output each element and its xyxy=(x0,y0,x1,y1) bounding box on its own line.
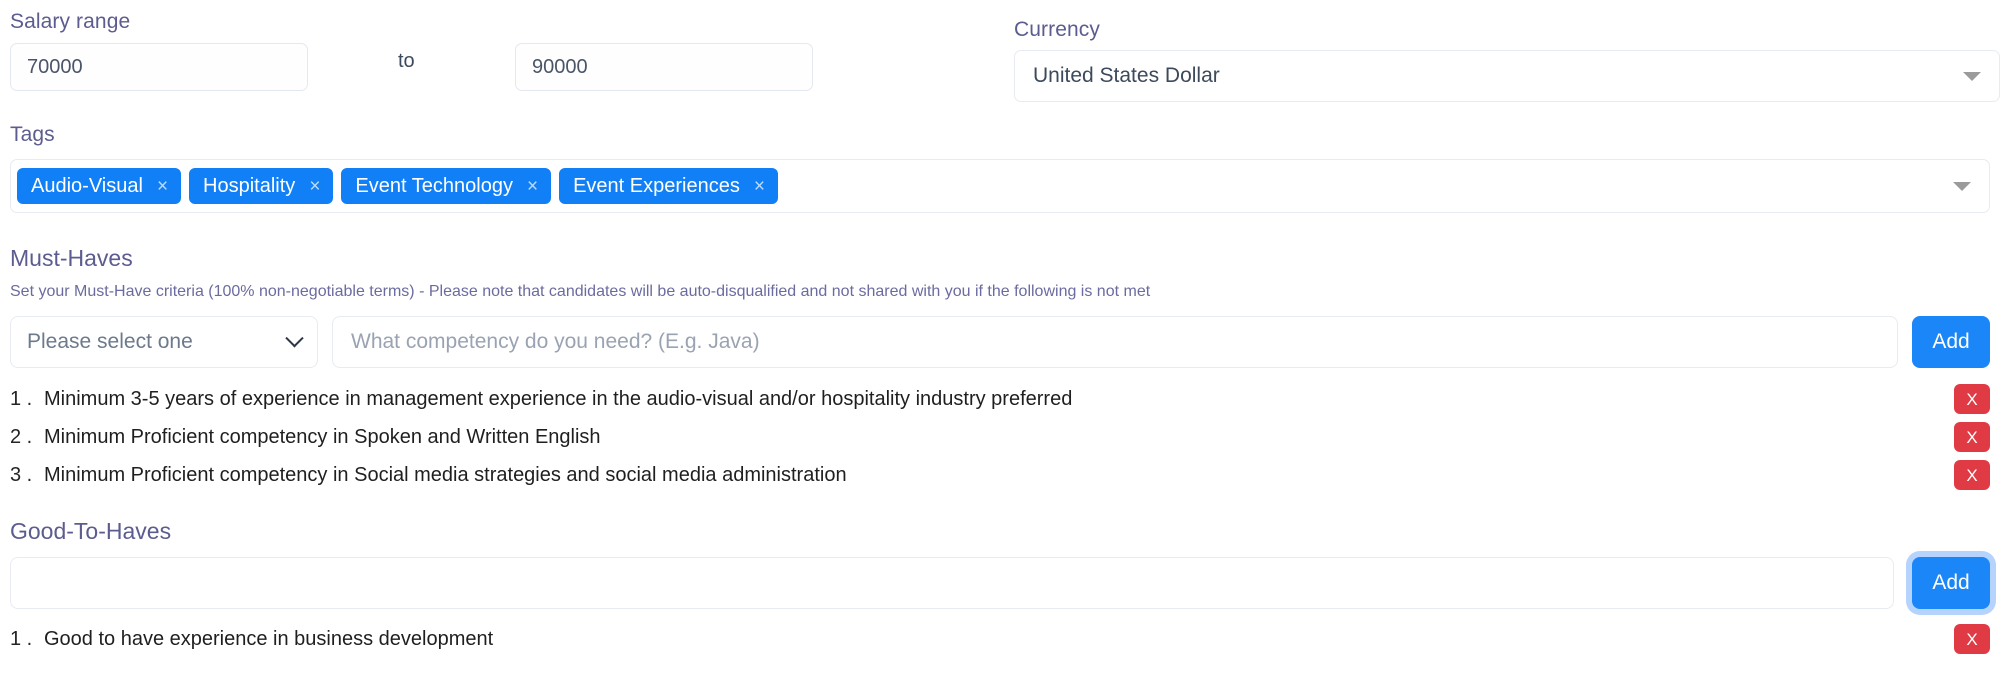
tag-chip-label: Audio-Visual xyxy=(31,175,143,197)
salary-separator-label: to xyxy=(398,50,415,72)
close-icon[interactable]: × xyxy=(754,177,765,196)
must-have-type-select[interactable]: Please select one xyxy=(10,316,318,368)
tag-chip-label: Hospitality xyxy=(203,175,296,197)
good-to-haves-list: 1 . Good to have experience in business … xyxy=(10,620,1990,658)
must-haves-section: Must-Haves Set your Must-Have criteria (… xyxy=(10,245,1990,368)
tag-chip[interactable]: Audio-Visual × xyxy=(17,168,182,204)
tags-select[interactable]: Audio-Visual × Hospitality × Event Techn… xyxy=(10,159,1990,213)
add-must-have-button[interactable]: Add xyxy=(1912,316,1990,368)
list-item-text: Good to have experience in business deve… xyxy=(44,627,494,650)
must-haves-description: Set your Must-Have criteria (100% non-ne… xyxy=(10,283,1151,300)
list-item: 1 . Good to have experience in business … xyxy=(10,620,1990,658)
remove-good-to-have-button[interactable]: X xyxy=(1954,624,1990,654)
tag-chip-label: Event Technology xyxy=(355,175,513,197)
tags-label: Tags xyxy=(10,123,55,146)
salary-range-label: Salary range xyxy=(10,10,131,33)
salary-max-input[interactable] xyxy=(515,43,813,91)
chevron-down-icon xyxy=(285,328,304,347)
tag-chip-label: Event Experiences xyxy=(573,175,740,197)
tags-row: Tags Audio-Visual × Hospitality × Event … xyxy=(10,123,1990,213)
tag-chip[interactable]: Event Experiences × xyxy=(559,168,778,204)
must-haves-heading: Must-Haves xyxy=(10,245,133,271)
must-haves-list: 1 . Minimum 3-5 years of experience in m… xyxy=(10,380,1990,494)
good-to-haves-controls: Add xyxy=(10,557,1990,609)
must-have-type-value: Please select one xyxy=(27,330,193,353)
close-icon[interactable]: × xyxy=(527,177,538,196)
remove-must-have-button[interactable]: X xyxy=(1954,460,1990,490)
competency-input[interactable] xyxy=(332,316,1898,368)
list-item-text: Minimum Proficient competency in Social … xyxy=(44,463,847,486)
list-item-number: 1 . xyxy=(10,627,33,650)
list-item-text: Minimum Proficient competency in Spoken … xyxy=(44,425,601,448)
list-item: 2 . Minimum Proficient competency in Spo… xyxy=(10,418,1990,456)
good-to-have-input[interactable] xyxy=(10,557,1894,609)
must-haves-controls: Please select one Add xyxy=(10,316,1990,368)
good-to-haves-section: Good-To-Haves Add xyxy=(10,518,1990,609)
close-icon[interactable]: × xyxy=(309,177,320,196)
salary-currency-row: Salary range to Currency United States D… xyxy=(10,10,2000,102)
list-item: 1 . Minimum 3-5 years of experience in m… xyxy=(10,380,1990,418)
tag-chip[interactable]: Event Technology × xyxy=(341,168,552,204)
close-icon[interactable]: × xyxy=(157,177,168,196)
chevron-down-icon xyxy=(1953,181,1971,191)
salary-min-input[interactable] xyxy=(10,43,308,91)
list-item-number: 1 . xyxy=(10,387,33,410)
list-item: 3 . Minimum Proficient competency in Soc… xyxy=(10,456,1990,494)
currency-label: Currency xyxy=(1014,18,1100,41)
currency-select[interactable]: United States Dollar xyxy=(1014,50,2000,102)
list-item-number: 2 . xyxy=(10,425,33,448)
remove-must-have-button[interactable]: X xyxy=(1954,422,1990,452)
remove-must-have-button[interactable]: X xyxy=(1954,384,1990,414)
list-item-number: 3 . xyxy=(10,463,33,486)
job-criteria-form: Salary range to Currency United States D… xyxy=(0,0,2000,676)
good-to-haves-heading: Good-To-Haves xyxy=(10,518,172,544)
currency-selected-value: United States Dollar xyxy=(1033,64,1220,87)
tag-chip[interactable]: Hospitality × xyxy=(189,168,334,204)
chevron-down-icon xyxy=(1963,71,1981,81)
add-good-to-have-button[interactable]: Add xyxy=(1912,557,1990,609)
list-item-text: Minimum 3-5 years of experience in manag… xyxy=(44,387,1073,410)
